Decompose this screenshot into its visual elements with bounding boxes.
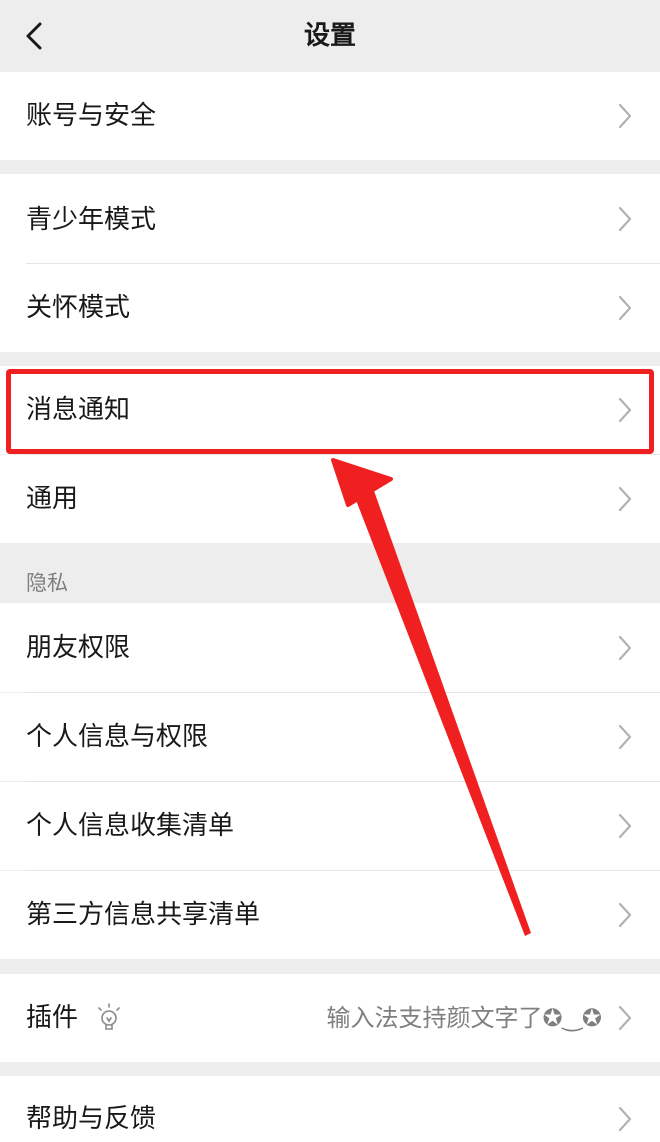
settings-item-personal-info-permissions[interactable]: 个人信息与权限 bbox=[0, 693, 660, 781]
settings-item-care-mode[interactable]: 关怀模式 bbox=[0, 264, 660, 352]
chevron-right-icon bbox=[618, 724, 632, 750]
section-caption-privacy: 隐私 bbox=[26, 571, 68, 595]
settings-item-general[interactable]: 通用 bbox=[0, 455, 660, 543]
chevron-right-icon bbox=[618, 1106, 632, 1132]
row-label: 青少年模式 bbox=[26, 205, 157, 235]
chevron-right-icon bbox=[618, 635, 632, 661]
settings-item-teen-mode[interactable]: 青少年模式 bbox=[0, 174, 660, 264]
row-label: 个人信息与权限 bbox=[26, 722, 209, 752]
chevron-right-icon bbox=[618, 206, 632, 232]
chevron-right-icon bbox=[618, 1005, 632, 1031]
row-label: 账号与安全 bbox=[26, 101, 157, 131]
settings-item-notifications[interactable]: 消息通知 bbox=[0, 366, 660, 454]
settings-item-friend-permissions[interactable]: 朋友权限 bbox=[0, 603, 660, 692]
settings-item-plugins[interactable]: 插件 输入法支持颜文字了✪‿✪ bbox=[0, 974, 660, 1062]
chevron-right-icon bbox=[618, 486, 632, 512]
settings-item-third-party-sharing-list[interactable]: 第三方信息共享清单 bbox=[0, 871, 660, 959]
row-label: 个人信息收集清单 bbox=[26, 811, 235, 841]
chevron-right-icon bbox=[618, 902, 632, 928]
settings-item-account-security[interactable]: 账号与安全 bbox=[0, 72, 660, 160]
annotation-arrow-icon bbox=[331, 458, 531, 936]
settings-item-help-feedback[interactable]: 帮助与反馈 bbox=[0, 1076, 660, 1142]
chevron-right-icon bbox=[618, 813, 632, 839]
settings-item-info-collection-list[interactable]: 个人信息收集清单 bbox=[0, 782, 660, 870]
chevron-right-icon bbox=[618, 295, 632, 321]
chevron-right-icon bbox=[618, 397, 632, 423]
row-label: 消息通知 bbox=[26, 395, 131, 425]
plugin-hint: 输入法支持颜文字了✪‿✪ bbox=[326, 1004, 602, 1032]
row-label: 朋友权限 bbox=[26, 633, 131, 663]
row-label: 第三方信息共享清单 bbox=[26, 900, 261, 930]
chevron-right-icon bbox=[618, 103, 632, 129]
row-label: 关怀模式 bbox=[26, 293, 131, 323]
page-title: 设置 bbox=[303, 21, 356, 51]
row-label: 插件 bbox=[26, 1003, 79, 1033]
lightbulb-icon bbox=[98, 1003, 120, 1030]
nav-bar: 设置 bbox=[0, 0, 660, 72]
row-label: 帮助与反馈 bbox=[26, 1104, 157, 1134]
row-label: 通用 bbox=[26, 484, 79, 514]
